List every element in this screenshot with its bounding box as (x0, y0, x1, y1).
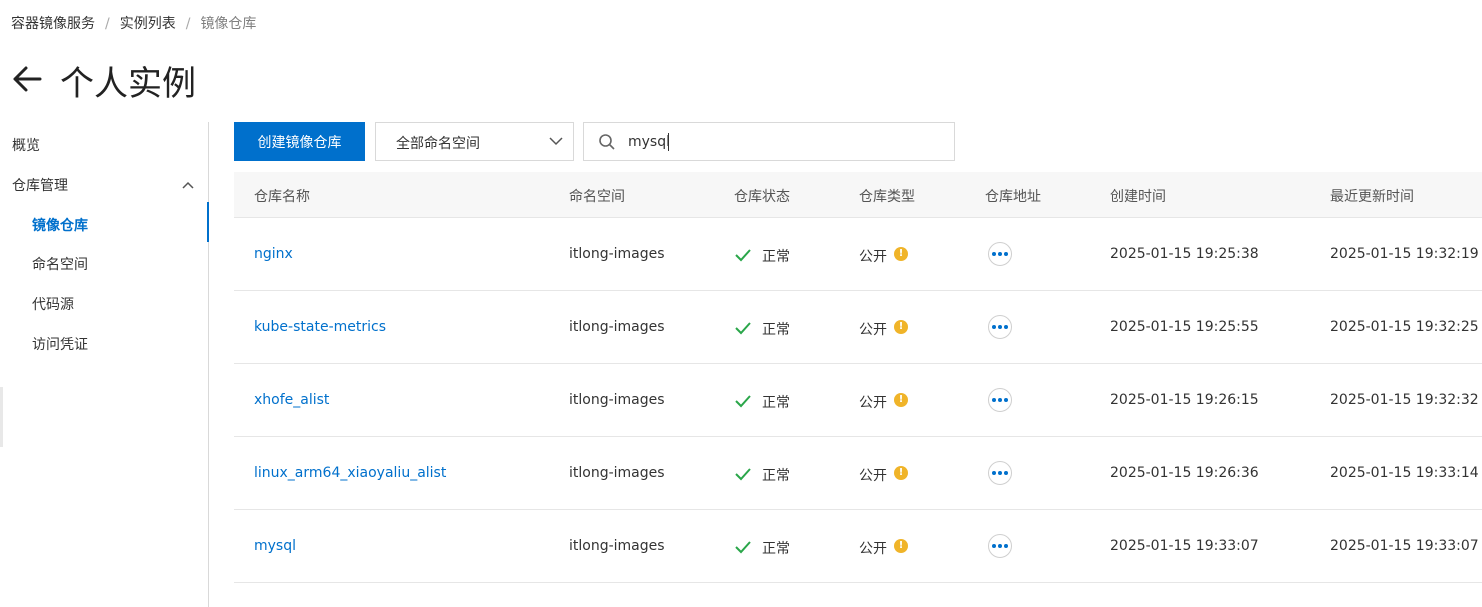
repo-name-link[interactable]: nginx (254, 246, 293, 262)
created-time: 2025-01-15 19:25:55 (1110, 319, 1259, 335)
warning-icon[interactable]: ! (894, 320, 908, 334)
chevron-down-icon (549, 137, 563, 146)
warning-icon[interactable]: ! (894, 393, 908, 407)
arrow-left-icon[interactable] (10, 62, 44, 96)
sidebar-active-indicator (207, 202, 209, 242)
status-text: 正常 (762, 395, 790, 411)
namespace-cell: itlong-images (569, 246, 665, 262)
check-icon (735, 541, 751, 554)
status-text: 正常 (762, 249, 790, 265)
updated-time: 2025-01-15 19:32:32 (1330, 392, 1479, 408)
search-icon (599, 134, 615, 150)
repo-type: 公开 (859, 322, 887, 338)
updated-time: 2025-01-15 19:33:07 (1330, 538, 1479, 554)
updated-time: 2025-01-15 19:32:19 (1330, 246, 1479, 262)
check-icon (735, 322, 751, 335)
more-icon[interactable] (988, 388, 1012, 412)
updated-time: 2025-01-15 19:32:25 (1330, 319, 1479, 335)
search-input[interactable] (628, 131, 928, 153)
repo-name-link[interactable]: kube-state-metrics (254, 319, 386, 335)
warning-icon[interactable]: ! (894, 247, 908, 261)
repo-name-link[interactable]: mysql (254, 538, 296, 554)
namespace-select[interactable]: 全部命名空间 (375, 122, 574, 161)
column-header-namespace: 命名空间 (569, 189, 625, 205)
column-header-status: 仓库状态 (734, 189, 790, 205)
check-icon (735, 468, 751, 481)
namespace-cell: itlong-images (569, 538, 665, 554)
breadcrumb-instance-list[interactable]: 实例列表 (120, 16, 176, 32)
sidebar-edge-handle[interactable] (0, 387, 3, 447)
created-time: 2025-01-15 19:33:07 (1110, 538, 1259, 554)
updated-time: 2025-01-15 19:33:14 (1330, 465, 1479, 481)
sidebar-item-namespace[interactable]: 命名空间 (32, 254, 88, 274)
sidebar-item-image-repo[interactable]: 镜像仓库 (32, 215, 88, 235)
check-icon (735, 395, 751, 408)
repo-type: 公开 (859, 468, 887, 484)
repo-type: 公开 (859, 395, 887, 411)
chevron-up-icon[interactable] (181, 180, 195, 190)
status-text: 正常 (762, 541, 790, 557)
create-repo-button[interactable]: 创建镜像仓库 (234, 122, 365, 161)
namespace-cell: itlong-images (569, 465, 665, 481)
repo-name-link[interactable]: xhofe_alist (254, 392, 329, 408)
page-title: 个人实例 (60, 64, 196, 104)
column-header-name: 仓库名称 (254, 189, 310, 205)
repo-name-link[interactable]: linux_arm64_xiaoyaliu_alist (254, 465, 446, 481)
more-icon[interactable] (988, 534, 1012, 558)
namespace-cell: itlong-images (569, 392, 665, 408)
table-row: nginx itlong-images 正常 公开 ! 2025-01-15 1… (234, 218, 1482, 291)
search-box[interactable] (583, 122, 955, 161)
check-icon (735, 249, 751, 262)
table-row: kube-state-metrics itlong-images 正常 公开 !… (234, 291, 1482, 364)
warning-icon[interactable]: ! (894, 466, 908, 480)
created-time: 2025-01-15 19:26:15 (1110, 392, 1259, 408)
column-header-updated: 最近更新时间 (1330, 189, 1414, 205)
status-text: 正常 (762, 322, 790, 338)
table-row: linux_arm64_xiaoyaliu_alist itlong-image… (234, 437, 1482, 510)
more-icon[interactable] (988, 242, 1012, 266)
table-row: xhofe_alist itlong-images 正常 公开 ! 2025-0… (234, 364, 1482, 437)
created-time: 2025-01-15 19:25:38 (1110, 246, 1259, 262)
sidebar-item-code-source[interactable]: 代码源 (32, 294, 74, 314)
sidebar-item-overview[interactable]: 概览 (12, 135, 40, 155)
warning-icon[interactable]: ! (894, 539, 908, 553)
table-header: 仓库名称 命名空间 仓库状态 仓库类型 仓库地址 创建时间 最近更新时间 (234, 172, 1482, 218)
column-header-created: 创建时间 (1110, 189, 1166, 205)
breadcrumb-container-registry[interactable]: 容器镜像服务 (11, 16, 95, 32)
sidebar-item-access-credential[interactable]: 访问凭证 (32, 334, 88, 354)
column-header-type: 仓库类型 (859, 189, 915, 205)
status-text: 正常 (762, 468, 790, 484)
breadcrumb-separator: / (185, 16, 191, 32)
created-time: 2025-01-15 19:26:36 (1110, 465, 1259, 481)
repo-type: 公开 (859, 541, 887, 557)
namespace-cell: itlong-images (569, 319, 665, 335)
text-cursor (668, 133, 669, 151)
namespace-select-value: 全部命名空间 (396, 136, 480, 152)
more-icon[interactable] (988, 461, 1012, 485)
breadcrumb: 容器镜像服务 / 实例列表 / 镜像仓库 (11, 13, 256, 33)
column-header-address: 仓库地址 (985, 189, 1041, 205)
repo-type: 公开 (859, 249, 887, 265)
breadcrumb-current: 镜像仓库 (200, 16, 257, 32)
breadcrumb-separator: / (105, 16, 110, 32)
more-icon[interactable] (988, 315, 1012, 339)
sidebar: 概览 仓库管理 镜像仓库 命名空间 代码源 访问凭证 (0, 122, 209, 607)
table-row: mysql itlong-images 正常 公开 ! 2025-01-15 1… (234, 510, 1482, 583)
sidebar-group-repo-management[interactable]: 仓库管理 (12, 175, 68, 195)
